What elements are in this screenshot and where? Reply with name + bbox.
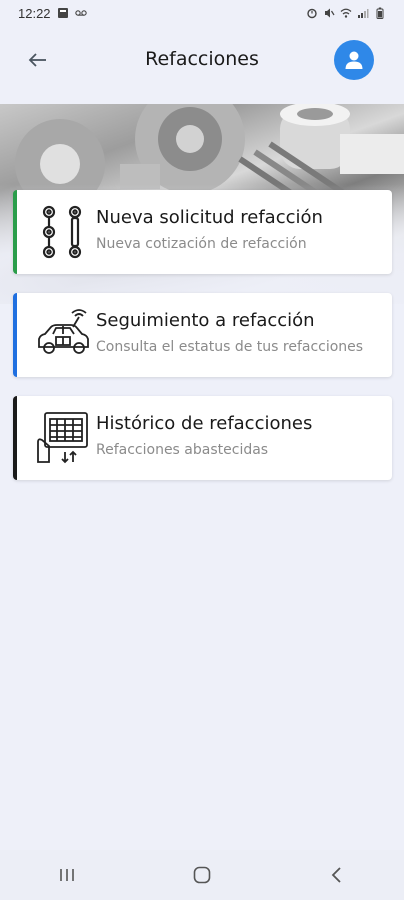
card-nueva-solicitud[interactable]: Nueva solicitud refacción Nueva cotizaci… bbox=[13, 190, 392, 274]
back-button[interactable] bbox=[22, 44, 54, 76]
wifi-icon bbox=[340, 8, 352, 18]
car-tracking-icon bbox=[38, 309, 89, 354]
voicemail-icon bbox=[74, 10, 87, 16]
mute-icon bbox=[325, 8, 335, 18]
signal-icon bbox=[358, 9, 369, 18]
back-icon bbox=[331, 867, 341, 883]
nav-back-button[interactable] bbox=[312, 855, 362, 895]
recent-apps-button[interactable] bbox=[42, 855, 92, 895]
card-title: Nueva solicitud refacción bbox=[96, 207, 323, 228]
status-time: 12:22 bbox=[18, 5, 51, 21]
history-list-icon bbox=[37, 412, 88, 464]
link-parts-icon bbox=[42, 205, 82, 259]
page-title: Refacciones bbox=[145, 48, 259, 70]
card-seguimiento[interactable]: Seguimiento a refacción Consulta el esta… bbox=[13, 293, 392, 377]
home-button[interactable] bbox=[177, 855, 227, 895]
user-icon bbox=[345, 51, 363, 69]
card-title: Seguimiento a refacción bbox=[96, 310, 315, 331]
app-header: Refacciones bbox=[0, 26, 404, 92]
recent-apps-icon bbox=[60, 869, 75, 881]
card-subtitle: Nueva cotización de refacción bbox=[96, 236, 307, 252]
card-historico[interactable]: Histórico de refacciones Refacciones aba… bbox=[13, 396, 392, 480]
status-right bbox=[306, 7, 386, 19]
card-title: Histórico de refacciones bbox=[96, 413, 313, 434]
card-subtitle: Consulta el estatus de tus refacciones bbox=[96, 339, 364, 355]
arrow-left-icon bbox=[28, 53, 46, 67]
status-bar: 12:22 bbox=[0, 0, 404, 26]
system-nav-bar bbox=[0, 850, 404, 900]
status-left: 12:22 bbox=[18, 6, 87, 21]
alarm-icon bbox=[307, 8, 317, 19]
gallery-notification-icon bbox=[57, 8, 68, 18]
home-icon bbox=[193, 866, 211, 884]
battery-icon bbox=[376, 7, 384, 19]
avatar-button[interactable] bbox=[334, 40, 374, 80]
card-subtitle: Refacciones abastecidas bbox=[96, 442, 269, 458]
